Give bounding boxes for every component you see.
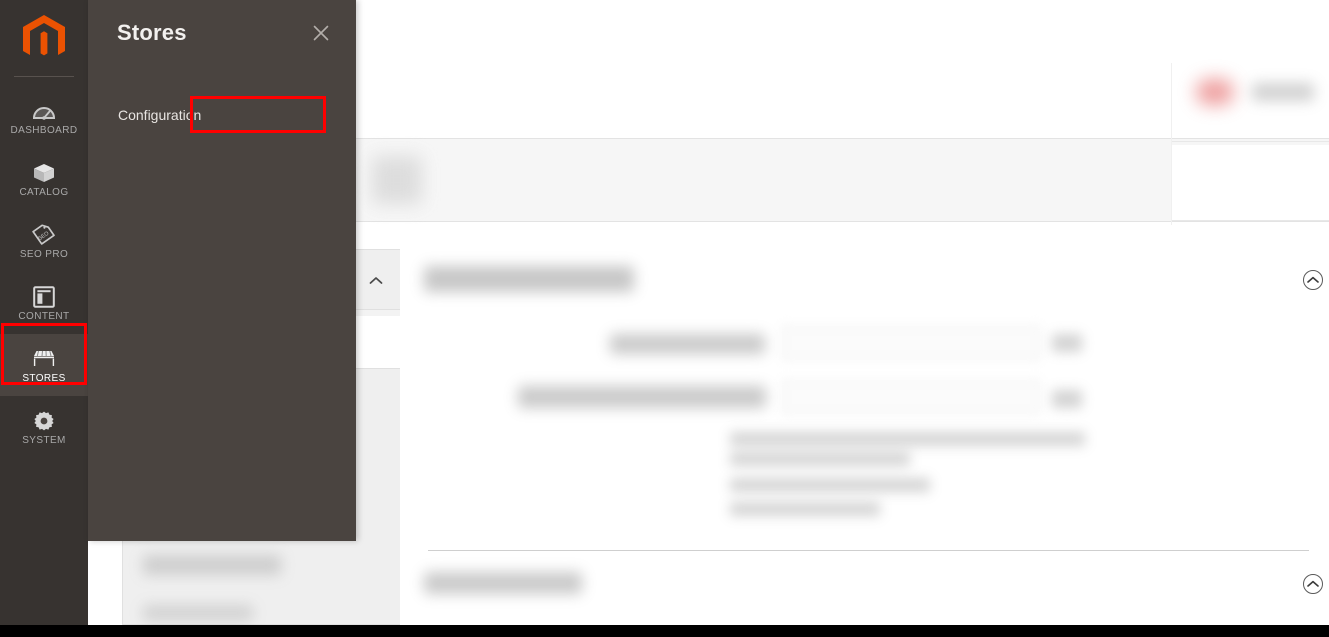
flyout-menu: Configuration <box>88 97 356 133</box>
toolbar-scope-switcher[interactable] <box>372 156 422 204</box>
sidebar-item-label: CATALOG <box>19 186 69 198</box>
field-note-line-4 <box>730 502 880 516</box>
stores-flyout-panel: Stores Configuration <box>88 0 356 541</box>
admin-page: DASHBOARD CATALOG SEO SEO PRO CONTENT ST… <box>0 0 1329 637</box>
sidebar-nav-list: DASHBOARD CATALOG SEO SEO PRO CONTENT ST… <box>0 86 88 458</box>
flyout-title: Stores <box>117 20 187 45</box>
flyout-item-configuration[interactable]: Configuration <box>88 97 356 133</box>
sidebar-item-catalog[interactable]: CATALOG <box>0 148 88 210</box>
notification-badge[interactable] <box>1196 79 1234 105</box>
field-note-line-1 <box>730 432 1085 446</box>
chevron-up-icon[interactable] <box>366 270 386 290</box>
sidebar-item-stores[interactable]: STORES <box>0 334 88 396</box>
sidebar-item-label: STORES <box>22 372 66 384</box>
sidebar-item-label: CONTENT <box>18 310 70 322</box>
header-primary-action-wrap <box>1172 145 1329 220</box>
sidebar-item-label: SEO PRO <box>19 248 69 260</box>
magento-logo-icon[interactable] <box>0 8 88 70</box>
sidebar-item-label: SYSTEM <box>22 434 66 446</box>
seo-tag-icon: SEO <box>32 223 56 247</box>
chevron-up-circle-icon[interactable] <box>1303 270 1323 290</box>
sidebar-item-content[interactable]: CONTENT <box>0 272 88 334</box>
header-rule-top <box>1172 141 1329 142</box>
section-divider <box>428 550 1309 551</box>
bottom-strip <box>0 625 1329 637</box>
config-nav-item-1[interactable] <box>143 555 281 575</box>
header-rule-bottom <box>1172 220 1329 221</box>
field-scope-checkbox-1[interactable] <box>1052 334 1082 352</box>
stores-shop-icon <box>31 347 57 371</box>
section-title-blurred <box>424 266 634 292</box>
content-layout-icon <box>33 285 55 309</box>
field-note-line-2 <box>730 452 910 466</box>
sidebar-divider <box>14 76 74 77</box>
field-label-1-blurred <box>610 334 765 354</box>
chevron-up-circle-icon[interactable] <box>1303 574 1323 594</box>
system-gear-icon <box>33 409 55 433</box>
section-title-2-blurred <box>424 572 582 594</box>
field-input-2[interactable] <box>782 380 1040 414</box>
field-label-2-blurred <box>518 386 766 408</box>
field-note-line-3 <box>730 478 930 492</box>
close-icon[interactable] <box>308 20 334 46</box>
field-scope-checkbox-2[interactable] <box>1052 390 1082 408</box>
primary-sidebar: DASHBOARD CATALOG SEO SEO PRO CONTENT ST… <box>0 0 88 625</box>
header-right-cluster <box>1172 63 1329 123</box>
config-nav-item-2[interactable] <box>143 605 253 621</box>
sidebar-item-label: DASHBOARD <box>10 124 78 136</box>
sidebar-item-system[interactable]: SYSTEM <box>0 396 88 458</box>
catalog-box-icon <box>32 161 56 185</box>
field-input-1[interactable] <box>782 326 1040 360</box>
header-right-text <box>1252 83 1314 101</box>
sidebar-item-seo-pro[interactable]: SEO SEO PRO <box>0 210 88 272</box>
svg-text:SEO: SEO <box>37 230 51 242</box>
dashboard-gauge-icon <box>32 99 56 123</box>
sidebar-item-dashboard[interactable]: DASHBOARD <box>0 86 88 148</box>
